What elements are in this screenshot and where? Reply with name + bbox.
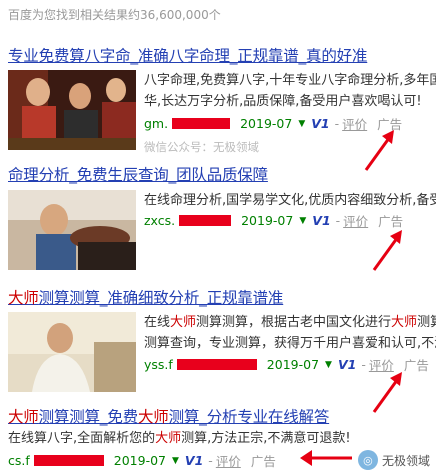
chevron-down-icon[interactable]: ▼	[299, 216, 306, 226]
verified-badge[interactable]: V1	[338, 357, 356, 372]
result-domain: cs.f	[8, 453, 30, 468]
result-snippet-1: 八字命理,免费算八字,十年专业八字命理分析,多年国 华,长达万字分析,品质保障,…	[144, 73, 436, 109]
watermark-text: 微信公众号：无极领域	[144, 140, 259, 154]
result-title-1[interactable]: 专业免费算八字命_准确八字命理_正规靠谱_真的好准	[8, 44, 367, 66]
result-domain: zxcs.	[144, 213, 176, 228]
result-domain: yss.f	[144, 357, 173, 372]
redaction-mark	[33, 455, 104, 466]
chevron-down-icon[interactable]: ▼	[325, 360, 332, 370]
result-title-3[interactable]: 大师测算测算_准确细致分析_正规靠谱准	[8, 286, 283, 308]
review-link[interactable]: 评价	[343, 211, 368, 230]
redaction-mark	[179, 215, 232, 226]
redaction-mark	[176, 359, 257, 370]
result-thumbnail-1[interactable]	[8, 70, 136, 150]
result-snippet-2: 在线命理分析,国学易学文化,优质内容细致分析,备受	[144, 193, 436, 208]
ad-label: 广告	[250, 454, 276, 469]
redaction-mark	[172, 118, 231, 129]
result-meta-4: cs.f 2019-07 ▼ V1 - 评价 广告	[8, 451, 276, 470]
chevron-down-icon[interactable]: ▼	[172, 456, 179, 466]
annotation-arrow	[372, 372, 402, 413]
annotation-arrow	[372, 230, 402, 271]
verified-badge[interactable]: V1	[312, 213, 330, 228]
annotation-arrow	[300, 450, 352, 466]
result-title-2[interactable]: 命理分析_免费生辰查询_团队品质保障	[8, 163, 268, 185]
annotation-arrow	[364, 130, 394, 171]
watermark: ◎ 无极领域	[357, 450, 430, 470]
wechat-logo-icon: ◎	[357, 450, 378, 470]
verified-badge[interactable]: V1	[311, 116, 329, 131]
verified-badge[interactable]: V1	[185, 453, 203, 468]
result-meta-2: zxcs. 2019-07 ▼ V1 - 评价 广告	[144, 211, 404, 230]
result-snippet-4: 在线算八字,全面解析您的大师测算,方法正宗,不满意可退款!	[8, 431, 351, 446]
chevron-down-icon[interactable]: ▼	[298, 119, 305, 129]
result-thumbnail-3[interactable]	[8, 312, 136, 392]
result-thumbnail-2[interactable]	[8, 190, 136, 270]
result-snippet-3: 在线大师测算测算，根据古老中国文化进行大师测算 测算查询，专业测算，获得万千用户…	[144, 315, 436, 351]
review-link[interactable]: 评价	[216, 451, 241, 470]
result-count: 百度为您找到相关结果约36,600,000个	[8, 8, 221, 22]
result-title-4[interactable]: 大师测算测算_免费大师测算_分析专业在线解答	[8, 405, 329, 427]
result-domain: gm.	[144, 116, 169, 131]
